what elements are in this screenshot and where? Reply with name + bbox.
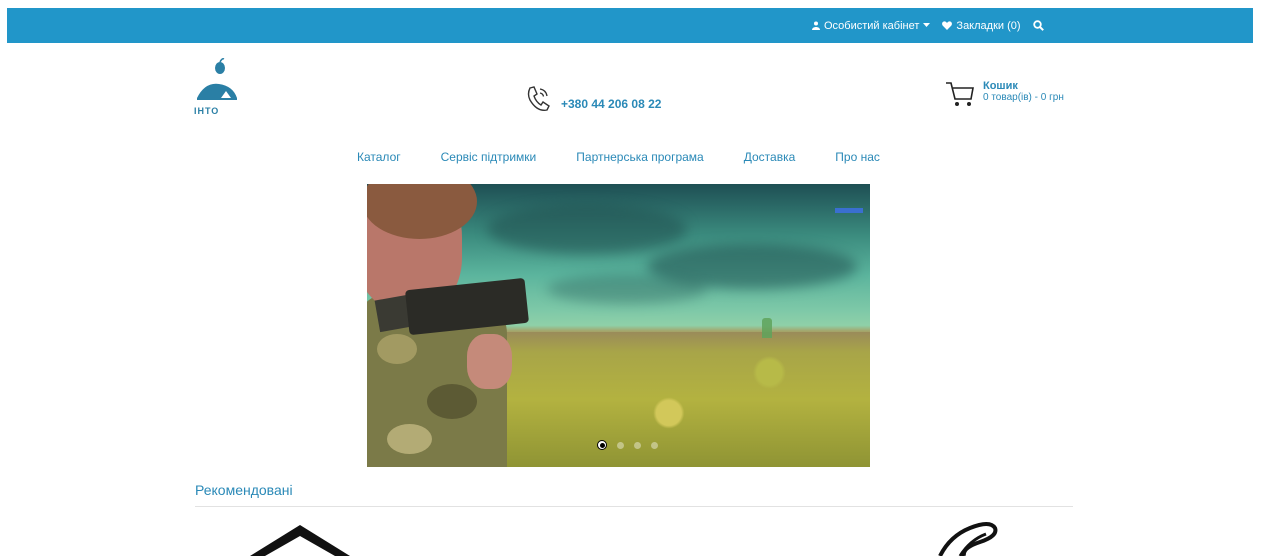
main-nav: Каталог Сервіс підтримки Партнерська про…	[357, 150, 880, 164]
phone-block: +380 44 206 08 22	[525, 85, 661, 113]
top-bar: Особистий кабінет Закладки (0)	[7, 8, 1253, 43]
nav-item-delivery[interactable]: Доставка	[744, 150, 796, 164]
slide-watermark	[835, 208, 863, 213]
nav-item-about[interactable]: Про нас	[835, 150, 880, 164]
camo-patch	[377, 334, 417, 364]
bookmarks-link[interactable]: Закладки (0)	[942, 19, 1021, 32]
account-menu[interactable]: Особистий кабінет	[812, 19, 931, 32]
section-divider	[195, 506, 1073, 507]
search-icon	[1032, 20, 1044, 31]
search-button[interactable]	[1032, 20, 1044, 31]
slider-dot[interactable]	[651, 441, 658, 449]
cart-title[interactable]: Кошик	[983, 80, 1064, 92]
top-links: Особистий кабінет Закладки (0)	[812, 8, 1044, 43]
logo-text: ІНТО	[194, 106, 220, 116]
heart-icon	[942, 21, 953, 30]
slider-dot[interactable]	[597, 440, 607, 450]
user-icon	[812, 21, 820, 30]
slider-dot[interactable]	[634, 441, 641, 449]
recommended-heading: Рекомендовані	[195, 482, 293, 498]
hero-slider[interactable]	[367, 184, 870, 467]
cart-summary[interactable]: 0 товар(ів) - 0 грн	[983, 92, 1064, 104]
account-label: Особистий кабінет	[824, 19, 920, 32]
target-figure	[762, 318, 772, 338]
product-image[interactable]	[250, 520, 360, 556]
camo-patch	[387, 424, 432, 454]
cloud-shape	[547, 274, 707, 304]
nav-item-partner[interactable]: Партнерська програма	[576, 150, 703, 164]
slider-dot[interactable]	[617, 441, 624, 449]
soldier-hand	[467, 334, 512, 389]
nav-item-catalog[interactable]: Каталог	[357, 150, 401, 164]
nav-item-support[interactable]: Сервіс підтримки	[441, 150, 537, 164]
camo-patch	[427, 384, 477, 419]
caret-down-icon	[923, 23, 931, 27]
cloud-shape	[487, 204, 687, 254]
phone-number[interactable]: +380 44 206 08 22	[561, 97, 661, 111]
bookmarks-label: Закладки (0)	[956, 19, 1021, 32]
cart-block[interactable]: Кошик 0 товар(ів) - 0 грн	[945, 80, 1064, 108]
slider-pagination	[597, 440, 658, 450]
product-image[interactable]	[920, 516, 1010, 556]
phone-icon	[527, 86, 550, 111]
cart-text: Кошик 0 товар(ів) - 0 грн	[983, 80, 1064, 108]
cart-icon	[946, 82, 974, 106]
